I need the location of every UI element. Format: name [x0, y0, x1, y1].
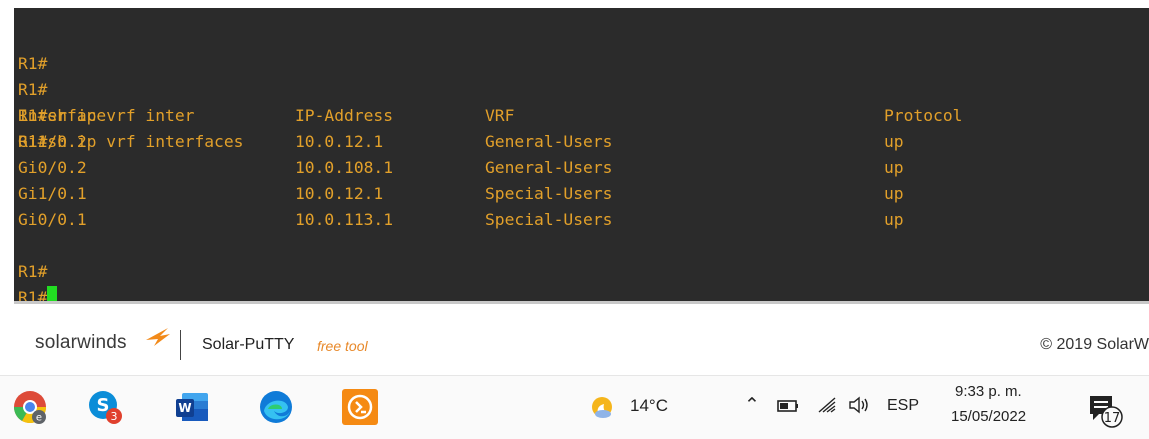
terminal-window: R1# R1# R1#sh ip vrf inter R1#sh ip vrf int…: [0, 0, 1149, 308]
weather-temperature[interactable]: 14°C: [630, 396, 668, 416]
header-ip-address: IP-Address: [295, 106, 394, 125]
cell-ip-address: 10.0.113.1: [295, 210, 394, 229]
notifications-icon[interactable]: 17: [1085, 390, 1125, 430]
solar-putty-icon[interactable]: [342, 389, 378, 425]
terminal-line: R1#: [18, 262, 48, 281]
solarwinds-logo: solarwinds: [35, 332, 127, 353]
cell-interface: Gi0/0.2: [18, 158, 87, 177]
free-tool-tag: free tool: [317, 338, 368, 354]
weather-partly-cloudy-icon[interactable]: [588, 392, 618, 422]
terminal-bottom-border: [14, 301, 1149, 304]
cell-protocol: up: [884, 210, 904, 229]
svg-text:W: W: [178, 401, 191, 415]
chevron-up-icon[interactable]: ⌃: [744, 394, 760, 417]
windows-taskbar: e S 3 W 14°C ⌃ ESP 9:33 p. m. 15/05/2022…: [0, 376, 1149, 439]
wifi-icon[interactable]: [817, 396, 839, 414]
chrome-icon[interactable]: e: [12, 389, 48, 425]
input-language[interactable]: ESP: [887, 397, 919, 415]
product-name: Solar-PuTTY: [202, 336, 295, 353]
svg-text:e: e: [36, 413, 42, 424]
copyright-text: © 2019 SolarW: [1040, 336, 1149, 353]
cell-interface: Gi1/0.1: [18, 184, 87, 203]
cell-protocol: up: [884, 184, 904, 203]
battery-icon[interactable]: [777, 398, 799, 414]
header-protocol: Protocol: [884, 106, 963, 125]
terminal-line: R1#: [18, 80, 48, 99]
cell-protocol: up: [884, 158, 904, 177]
terminal-output-after: R1# R1#: [18, 207, 77, 302]
clock-date[interactable]: 15/05/2022: [951, 408, 1026, 425]
solar-putty-footer: solarwinds Solar-PuTTY free tool © 2019 …: [0, 308, 1149, 376]
terminal-prompt-line: R1#: [18, 285, 77, 302]
edge-icon[interactable]: [258, 389, 294, 425]
skype-icon[interactable]: S 3: [87, 389, 123, 425]
cell-ip-address: 10.0.12.1: [295, 184, 384, 203]
cell-vrf: General-Users: [485, 158, 613, 177]
skype-badge: 3: [111, 410, 118, 423]
cell-vrf: General-Users: [485, 132, 613, 151]
prompt-text: R1#: [18, 288, 48, 302]
cell-vrf: Special-Users: [485, 210, 613, 229]
terminal-screen[interactable]: R1# R1# R1#sh ip vrf inter R1#sh ip vrf int…: [14, 8, 1149, 302]
notifications-count: 17: [1104, 411, 1121, 426]
cell-protocol: up: [884, 132, 904, 151]
cell-vrf: Special-Users: [485, 184, 613, 203]
cell-ip-address: 10.0.12.1: [295, 132, 384, 151]
clock-time[interactable]: 9:33 p. m.: [955, 383, 1022, 400]
terminal-cursor: [47, 286, 58, 302]
header-vrf: VRF: [485, 106, 515, 125]
footer-divider: [180, 330, 181, 360]
terminal-line: R1#: [18, 54, 48, 73]
speaker-icon[interactable]: [847, 395, 871, 415]
solarwinds-flame-icon: [146, 328, 170, 346]
word-icon[interactable]: W: [174, 389, 210, 425]
cell-ip-address: 10.0.108.1: [295, 158, 394, 177]
header-interface: Interface: [18, 106, 107, 125]
cell-interface: Gi1/0.2: [18, 132, 87, 151]
